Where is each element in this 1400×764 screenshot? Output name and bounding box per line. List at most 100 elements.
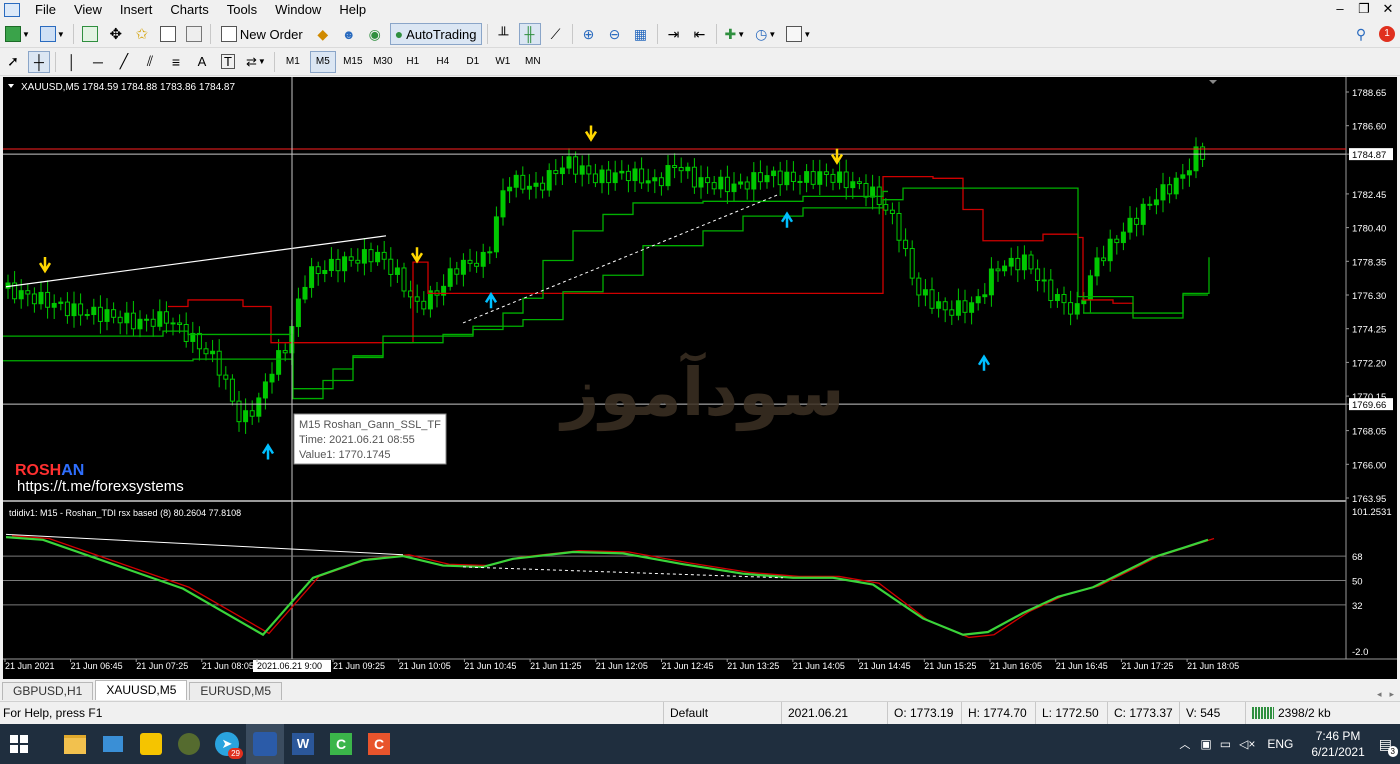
indicator-level-label: 32 (1352, 601, 1363, 612)
fibonacci-button[interactable]: ≡ (165, 51, 187, 73)
status-close: C: 1773.37 (1107, 702, 1179, 724)
candle-body (243, 410, 249, 423)
line-chart-button[interactable]: ⟋ (545, 23, 567, 45)
timeframe-m15[interactable]: M15 (340, 51, 366, 73)
timeframe-h4[interactable]: H4 (430, 51, 456, 73)
candle-body (38, 291, 44, 305)
new-order-button[interactable]: New Order (216, 23, 308, 45)
tab-scroll-left-icon[interactable]: ◂ (1377, 689, 1382, 700)
time-label: 21 Jun 13:25 (727, 661, 779, 671)
timeframe-d1[interactable]: D1 (460, 51, 486, 73)
timeframe-mn[interactable]: MN (520, 51, 546, 73)
new-chart-button[interactable]: ▼ (2, 23, 33, 45)
notifications-button[interactable]: 1 (1376, 23, 1398, 45)
tray-network-icon[interactable]: ▭ (1220, 737, 1231, 751)
taskbar-metatrader[interactable] (246, 724, 284, 764)
autoscroll-icon: ⇤ (693, 25, 706, 42)
tab-xauusd-m5[interactable]: XAUUSD,M5 (95, 680, 188, 700)
tab-scroll-right-icon[interactable]: ▸ (1389, 689, 1394, 700)
taskbar-file-explorer[interactable] (56, 724, 94, 764)
candle-body (150, 318, 156, 327)
taskbar-app-4[interactable] (170, 724, 208, 764)
timeframe-w1[interactable]: W1 (490, 51, 516, 73)
taskbar-telegram[interactable]: ➤ 29 (208, 724, 246, 764)
metaeditor-button[interactable]: ◆ (312, 23, 334, 45)
timeframe-m5[interactable]: M5 (309, 50, 336, 73)
templates-button[interactable]: ▼ (783, 23, 814, 45)
close-icon[interactable]: ✕ (1376, 0, 1400, 18)
arrows-button[interactable]: ⇄ ▼ (243, 51, 269, 73)
bar-chart-button[interactable]: ╨ (493, 23, 515, 45)
signals-button[interactable]: ☻ (338, 23, 360, 45)
text-label-button[interactable]: T (217, 51, 239, 73)
tab-gbpusd-h1[interactable]: GBPUSD,H1 (2, 682, 94, 700)
trendline-button[interactable]: ╱ (113, 51, 135, 73)
candle-body (31, 293, 37, 305)
candle-body (592, 173, 598, 184)
candle-body (25, 290, 31, 295)
tray-app-icon[interactable]: ▣ (1200, 737, 1211, 751)
channel-button[interactable]: ⫽ (139, 51, 161, 73)
menu-window[interactable]: Window (266, 0, 330, 20)
menu-view[interactable]: View (65, 0, 111, 20)
start-button[interactable] (0, 724, 38, 764)
menu-tools[interactable]: Tools (218, 0, 266, 20)
tray-volume-icon[interactable]: ◁× (1239, 737, 1255, 751)
timeframe-m30[interactable]: M30 (370, 51, 396, 73)
channel-icon: ⫽ (146, 53, 154, 69)
chart-window[interactable]: سودآموز XAUUSD,M5 1784.59 1784.88 1783.8… (3, 77, 1397, 679)
candle-body (817, 171, 823, 185)
auto-trading-button[interactable]: ● AutoTrading (389, 23, 482, 45)
menu-help[interactable]: Help (330, 0, 375, 20)
status-low: L: 1772.50 (1035, 702, 1107, 724)
candlestick-button[interactable]: ╫ (518, 23, 541, 45)
autoscroll-button[interactable]: ⇤ (689, 23, 711, 45)
candle-body (467, 259, 473, 264)
restore-icon[interactable]: ❐ (1352, 0, 1376, 18)
indicator-level-label: -2.0 (1352, 647, 1368, 658)
action-center-icon[interactable]: ▤ 3 (1379, 736, 1398, 757)
indicators-button[interactable]: ✚ ▼ (722, 23, 749, 45)
taskbar-app-c-green[interactable]: C (322, 724, 360, 764)
taskbar-word[interactable]: W (284, 724, 322, 764)
minimize-icon[interactable]: – (1328, 0, 1352, 18)
candle-body (97, 306, 103, 322)
data-window-button[interactable]: ✥ (105, 23, 127, 45)
taskbar-app-c-orange[interactable]: C (360, 724, 398, 764)
tab-eurusd-m5[interactable]: EURUSD,M5 (189, 682, 283, 700)
cursor-button[interactable]: ➚ (2, 51, 24, 73)
candle-body (731, 183, 737, 193)
search-button[interactable]: ⚲ (1350, 23, 1372, 45)
tile-windows-button[interactable]: ▦ (630, 23, 652, 45)
auto-trading-label: AutoTrading (406, 26, 477, 42)
diamond-icon: ◆ (317, 25, 329, 42)
brand-link[interactable]: https://t.me/forexsystems (17, 478, 184, 495)
periods-button[interactable]: ◷ ▼ (752, 23, 779, 45)
candle-body (229, 378, 235, 402)
market-watch-button[interactable] (79, 23, 101, 45)
zoom-in-button[interactable]: ⊕ (578, 23, 600, 45)
taskbar-player[interactable] (132, 724, 170, 764)
menu-file[interactable]: File (26, 0, 65, 20)
taskbar-app-2[interactable] (94, 724, 132, 764)
menu-insert[interactable]: Insert (111, 0, 162, 20)
crosshair-button[interactable]: ┼ (28, 50, 50, 73)
text-button[interactable]: A (191, 51, 213, 73)
terminal-button[interactable] (157, 23, 179, 45)
tray-language[interactable]: ENG (1267, 737, 1293, 751)
zoom-out-button[interactable]: ⊖ (604, 23, 626, 45)
navigator-button[interactable]: ✩ (131, 23, 153, 45)
candle-body (1167, 184, 1173, 195)
market-button[interactable]: ◉ (364, 23, 386, 45)
price-chart[interactable]: سودآموز XAUUSD,M5 1784.59 1784.88 1783.8… (3, 77, 1397, 679)
vertical-line-button[interactable]: │ (61, 51, 83, 73)
menu-charts[interactable]: Charts (161, 0, 217, 20)
timeframe-m1[interactable]: M1 (280, 51, 306, 73)
horizontal-line-button[interactable]: ─ (87, 51, 109, 73)
timeframe-h1[interactable]: H1 (400, 51, 426, 73)
profiles-button[interactable]: ▼ (37, 23, 68, 45)
strategy-tester-button[interactable] (183, 23, 205, 45)
chart-shift-button[interactable]: ⇥ (663, 23, 685, 45)
tray-clock[interactable]: 7:46 PM 6/21/2021 (1311, 728, 1364, 760)
tray-chevron-up-icon[interactable]: ︿ (1179, 736, 1190, 752)
